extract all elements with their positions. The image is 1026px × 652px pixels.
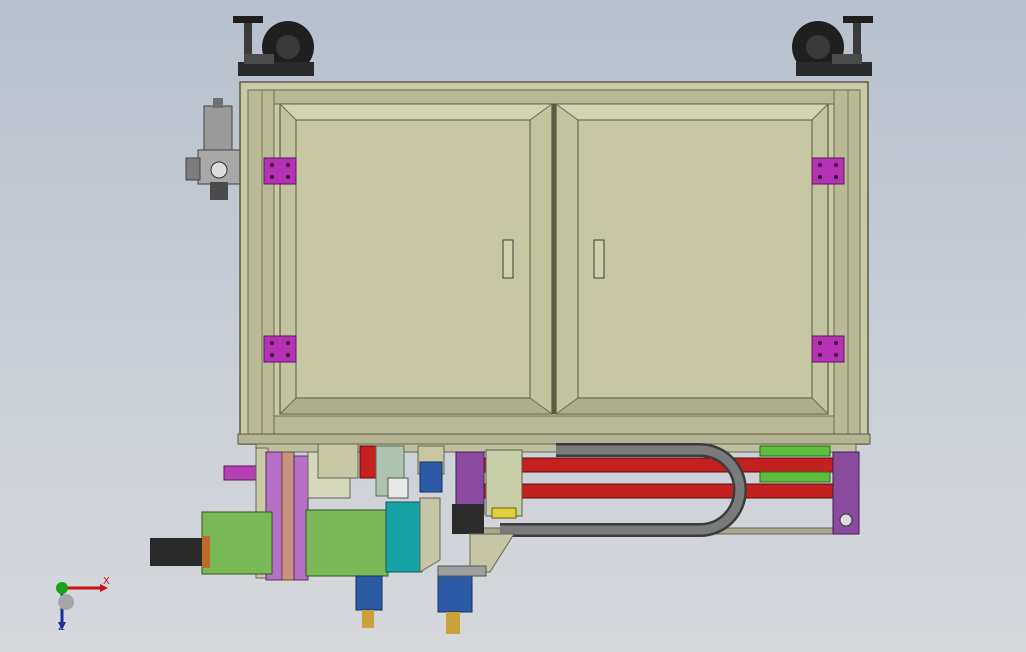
caster-right xyxy=(792,16,873,76)
axis-label-x: X xyxy=(103,576,110,587)
caster-left xyxy=(233,16,314,76)
pressure-regulator xyxy=(185,98,241,200)
hinge-bottom-left xyxy=(263,335,297,363)
machine-model[interactable] xyxy=(0,0,1026,652)
cabinet-door-right[interactable] xyxy=(554,103,830,415)
axis-label-z: Z xyxy=(58,622,65,633)
end-plate-right xyxy=(832,451,860,535)
hinge-top-left xyxy=(263,157,297,185)
orientation-triad[interactable] xyxy=(40,570,130,640)
cabinet-door-left[interactable] xyxy=(278,103,554,415)
hinge-bottom-right xyxy=(811,335,845,363)
triad-origin xyxy=(58,594,74,610)
y-axis-dot xyxy=(56,582,68,594)
cylinder-block xyxy=(452,449,523,534)
hinge-top-right xyxy=(811,157,845,185)
cad-viewport[interactable]: X Z xyxy=(0,0,1026,652)
left-drive-assembly xyxy=(150,443,445,581)
